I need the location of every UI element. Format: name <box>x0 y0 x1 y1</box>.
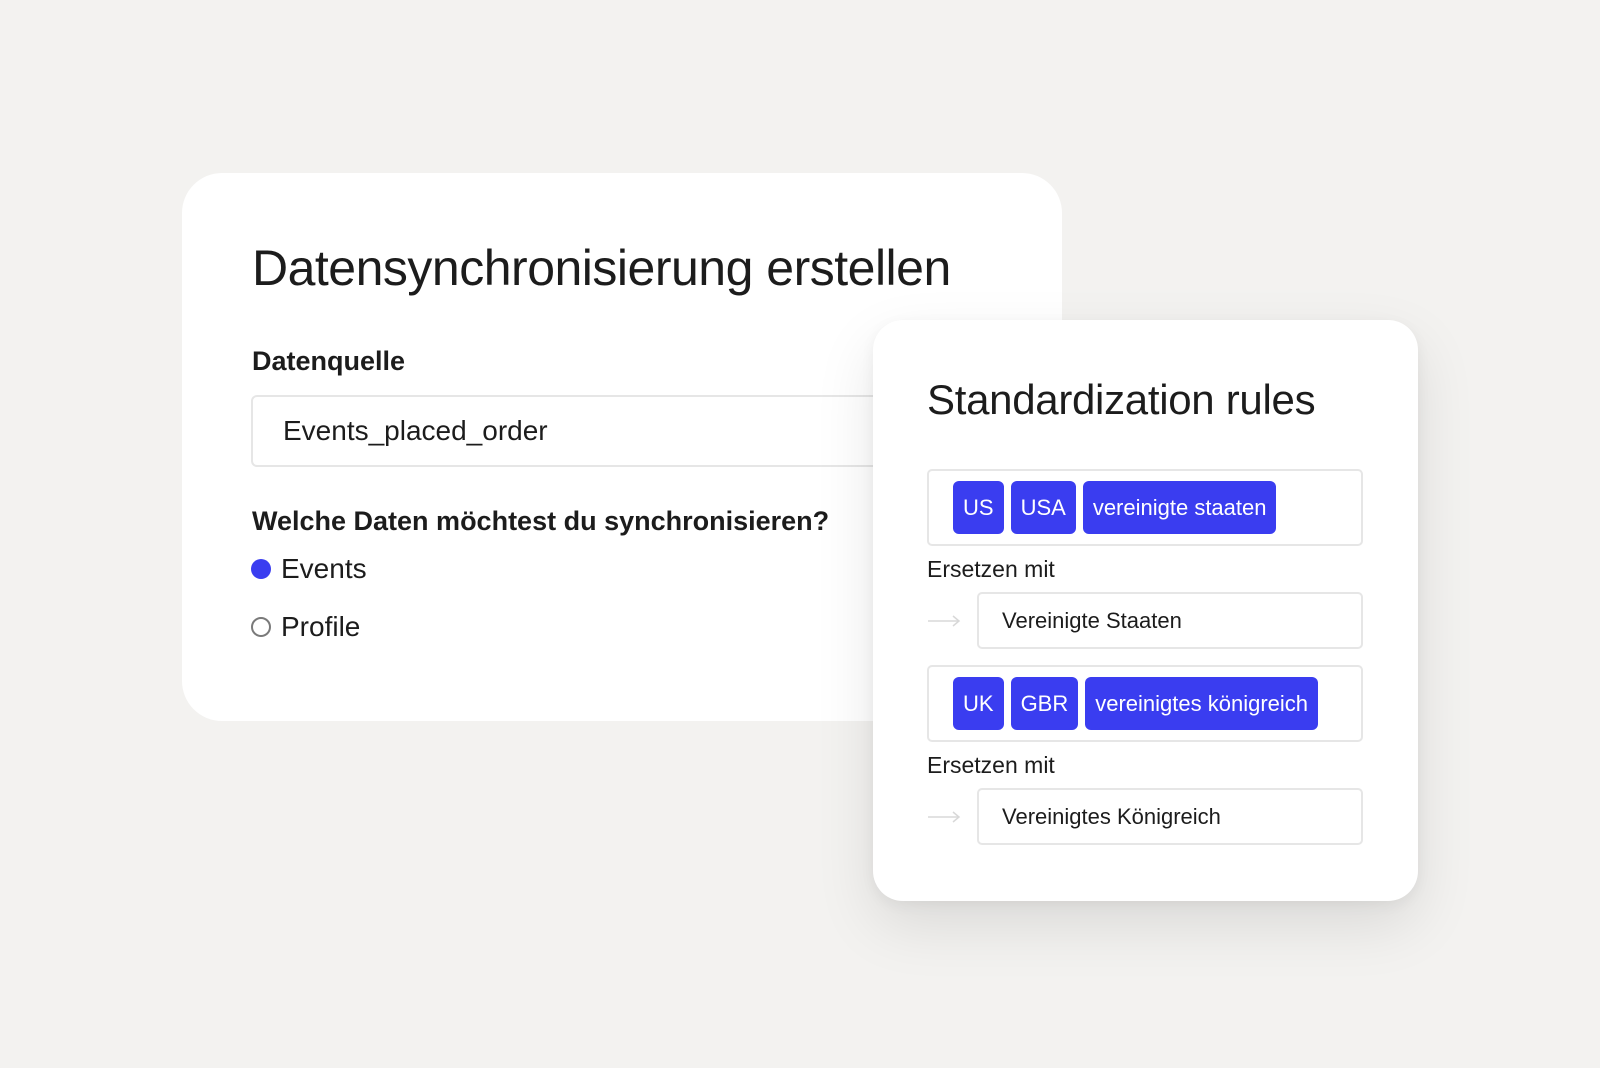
radio-checked-icon[interactable] <box>251 559 271 579</box>
replacement-value-input[interactable] <box>977 592 1363 649</box>
sync-type-question: Welche Daten möchtest du synchronisieren… <box>252 506 830 536</box>
radio-unchecked-icon[interactable] <box>251 617 271 637</box>
data-source-label: Datenquelle <box>252 346 406 376</box>
sync-card-title: Datensynchronisierung erstellen <box>252 240 951 296</box>
match-values-field[interactable]: UK GBR vereinigtes königreich <box>927 665 1363 742</box>
replace-with-label: Ersetzen mit <box>927 752 1055 778</box>
value-tag[interactable]: US <box>953 481 1004 534</box>
arrow-right-icon <box>928 811 961 823</box>
value-tag[interactable]: UK <box>953 677 1004 730</box>
replace-with-label: Ersetzen mit <box>927 556 1055 582</box>
match-values-field[interactable]: US USA vereinigte staaten <box>927 469 1363 546</box>
value-tag[interactable]: vereinigte staaten <box>1082 481 1277 534</box>
radio-option-label: Events <box>281 553 367 584</box>
radio-option-profile[interactable]: Profile <box>251 613 360 641</box>
radio-option-label: Profile <box>281 611 361 642</box>
value-tag[interactable]: GBR <box>1010 677 1079 730</box>
rules-card-title: Standardization rules <box>927 376 1316 423</box>
replacement-value-input[interactable] <box>977 788 1363 845</box>
arrow-right-icon <box>928 615 961 627</box>
radio-option-events[interactable]: Events <box>251 555 367 583</box>
standardization-rules-card: Standardization rules US USA vereinigte … <box>873 320 1418 901</box>
value-tag[interactable]: USA <box>1010 481 1076 534</box>
value-tag[interactable]: vereinigtes königreich <box>1085 677 1319 730</box>
